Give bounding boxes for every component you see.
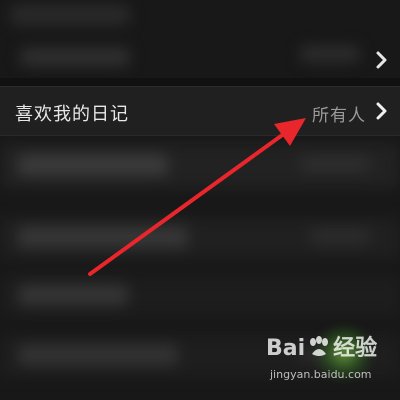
blurred-content [0,0,400,78]
setting-row-like-my-diary[interactable]: 喜欢我的日记 所有人 [0,86,400,136]
chevron-right-icon[interactable] [374,50,390,70]
section-divider [0,78,400,86]
watermark-logo-right: 经验 [333,336,378,361]
watermark-logo: Bai 经验 [266,330,377,362]
chevron-right-icon[interactable] [374,101,390,121]
baidu-paw-icon [310,336,329,356]
setting-label: 喜欢我的日记 [15,104,129,125]
baidu-jingyan-watermark: Bai 经验 jingyan.baidu.com [266,326,386,394]
watermark-logo-left: Bai [266,336,306,361]
blurred-top-row [0,0,400,78]
setting-value: 所有人 [312,106,366,126]
watermark-url: jingyan.baidu.com [270,368,372,381]
